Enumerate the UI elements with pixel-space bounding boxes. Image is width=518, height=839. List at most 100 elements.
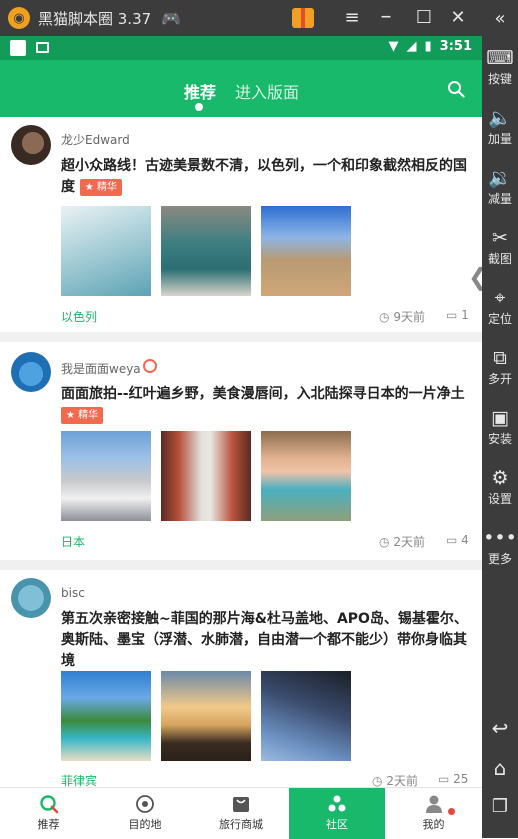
sidebar-button-more[interactable]: ••• 更多 [482,526,518,567]
post-time: ◷ 2天前 [372,772,418,787]
volume-up-icon: 🔈 [488,107,512,129]
post-feed[interactable]: 龙少Edward 超小众路线！古迹美景数不清，以色列，一个和印象截然相反的国度 … [0,117,482,787]
sidebar-label: 按键 [487,72,512,86]
post-thumbnail[interactable] [61,206,151,296]
star-icon: ★ [84,182,94,193]
gift-icon[interactable] [292,8,314,28]
sidebar-button-location[interactable]: ⌖ 定位 [482,286,518,327]
post-title[interactable]: 第五次亲密接触~菲国的那片海&杜马盖地、APO岛、锡基霍尔、奥斯陆、墨宝（浮潜、… [61,609,471,672]
chevron-left-icon[interactable]: ❮ [468,262,482,292]
recommend-icon [39,795,58,814]
post-thumbnail[interactable] [261,671,351,761]
sidebar-button-multi-open[interactable]: ⧉ 多开 [482,346,518,387]
nav-recommend[interactable]: 推荐 [0,788,97,839]
post-thumbnail[interactable] [61,671,151,761]
sidebar-button-keys[interactable]: ⌨ 按键 [482,46,518,87]
minimize-icon[interactable]: – [374,6,398,30]
badge-label: 精华 [97,182,118,193]
post-time-text: 2天前 [386,774,418,787]
close-icon[interactable]: ✕ [446,6,470,30]
status-time: 3:51 [439,39,472,54]
recent-apps-icon[interactable]: ❐ [482,796,518,817]
post-username[interactable]: 龙少Edward [61,131,130,148]
nav-travel-shop[interactable]: 旅行商城 [193,788,289,839]
back-icon[interactable]: ↩ [482,716,518,740]
post-destination-tag[interactable]: 以色列 [61,308,97,325]
post-username[interactable]: 我是面面weya [61,360,141,377]
community-icon [328,795,346,812]
post-thumbnail[interactable] [261,431,351,521]
nav-profile[interactable]: 我的 [385,788,482,839]
sidebar-button-volume-down[interactable]: 🔉 减量 [482,166,518,207]
post-thumbnail[interactable] [261,206,351,296]
nav-community[interactable]: 社区 [289,788,385,839]
post-thumbnail[interactable] [161,206,251,296]
post-destination-tag[interactable]: 菲律宾 [61,772,97,787]
menu-icon[interactable]: ≡ [340,6,364,30]
notification-icon [10,40,26,56]
clock-icon: ◷ [372,774,383,787]
avatar[interactable] [11,578,51,618]
post-card[interactable]: 龙少Edward 超小众路线！古迹美景数不清，以色列，一个和印象截然相反的国度 … [0,117,482,332]
comment-icon: ▭ [446,533,458,547]
avatar[interactable] [11,352,51,392]
avatar[interactable] [11,125,51,165]
post-title-text: 第五次亲密接触~菲国的那片海&杜马盖地、APO岛、锡基霍尔、奥斯陆、墨宝（浮潜、… [61,611,468,669]
post-title[interactable]: 超小众路线！古迹美景数不清，以色列，一个和印象截然相反的国度 ★ 精华 [61,156,471,198]
sidebar-button-install[interactable]: ▣ 安装 [482,406,518,447]
gamepad-icon[interactable]: 🎮 [161,9,181,28]
emulator-title: 黑猫脚本圈 3.37 [38,9,152,28]
featured-badge: ★ 精华 [61,407,104,424]
post-time: ◷ 9天前 [379,308,425,325]
post-thumbnail[interactable] [161,671,251,761]
status-bar: ▼ ◢ ▮ 3:51 [0,36,482,60]
bottom-navigation: 推荐 目的地 旅行商城 社区 我的 [0,787,482,839]
search-icon[interactable] [447,80,465,98]
multi-open-icon: ⧉ [493,347,507,369]
nav-destination[interactable]: 目的地 [97,788,193,839]
collapse-sidebar-icon[interactable]: « [482,8,518,29]
post-title-text: 面面旅拍--红叶遍乡野，美食漫唇间，入北陆探寻日本的一片净土 [61,386,465,402]
post-comments[interactable]: ▭ 25 [438,772,468,786]
scissors-icon: ✂ [492,227,508,249]
comment-count: 25 [453,772,469,786]
post-thumbnail[interactable] [61,431,151,521]
sidebar-label: 设置 [487,492,512,506]
sidebar-button-screenshot[interactable]: ✂ 截图 [482,226,518,267]
post-comments[interactable]: ▭ 1 [446,308,469,322]
image-notification-icon [36,42,49,53]
tab-enter-board[interactable]: 进入版面 [235,79,299,103]
clock-icon: ◷ [379,535,390,549]
nav-label: 旅行商城 [219,818,263,831]
post-card[interactable]: 我是面面weya 面面旅拍--红叶遍乡野，美食漫唇间，入北陆探寻日本的一片净土 … [0,342,482,560]
post-divider [0,332,482,342]
shop-icon [233,797,249,812]
sidebar-label: 多开 [487,372,512,386]
tab-recommend[interactable]: 推荐 [184,79,216,103]
sidebar-button-volume-up[interactable]: 🔈 加量 [482,106,518,147]
emulator-titlebar: ◉ 黑猫脚本圈 3.37 🎮 ≡ – ☐ ✕ [0,0,482,36]
sidebar-label: 减量 [487,192,512,206]
post-destination-tag[interactable]: 日本 [61,533,85,550]
post-comments[interactable]: ▭ 4 [446,533,469,547]
post-thumbnail[interactable] [161,431,251,521]
post-time: ◷ 2天前 [379,533,425,550]
emulator-logo-icon: ◉ [8,7,30,29]
nav-label: 目的地 [128,818,162,831]
wifi-icon: ▼ [388,39,399,54]
keyboard-icon: ⌨ [486,47,514,69]
home-icon[interactable]: ⌂ [482,756,518,780]
more-icon: ••• [483,527,517,549]
sidebar-button-settings[interactable]: ⚙ 设置 [482,466,518,507]
sidebar-label: 定位 [487,312,512,326]
maximize-icon[interactable]: ☐ [412,6,436,30]
post-card[interactable]: bisc 第五次亲密接触~菲国的那片海&杜马盖地、APO岛、锡基霍尔、奥斯陆、墨… [0,570,482,787]
comment-icon: ▭ [438,772,450,786]
comment-count: 4 [461,533,469,547]
post-title[interactable]: 面面旅拍--红叶遍乡野，美食漫唇间，入北陆探寻日本的一片净土 ★ 精华 [61,384,471,426]
gear-icon: ⚙ [491,467,509,489]
active-tab-indicator [195,103,203,111]
volume-down-icon: 🔉 [488,167,512,189]
post-username[interactable]: bisc [61,586,85,600]
nav-label: 我的 [422,818,445,831]
